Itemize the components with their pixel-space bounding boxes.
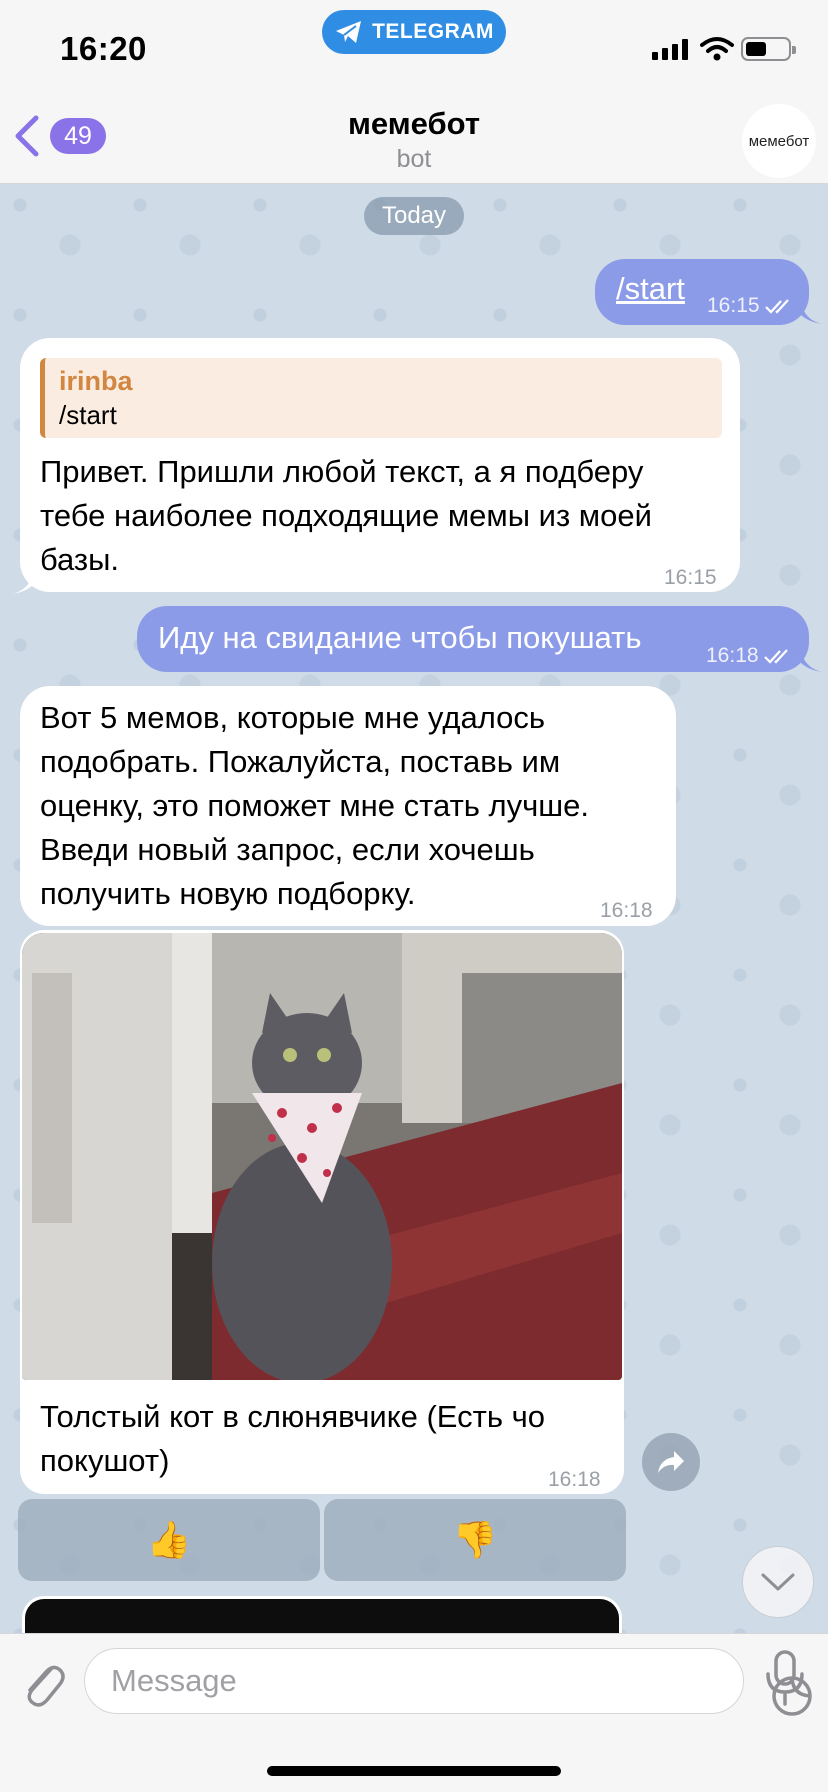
reply-text: /start <box>59 400 117 430</box>
message-line: Вот 5 мемов, которые мне удалось <box>40 700 546 735</box>
message-line: подобрать. Пожалуйста, поставь им <box>40 744 561 779</box>
chat-title[interactable]: мемебот <box>0 106 828 142</box>
message-meta: 16:18 <box>706 634 793 678</box>
thumbs-up-icon: 👍 <box>146 1519 192 1560</box>
message-text: Вот 5 мемов, которые мне удалось подобра… <box>40 696 589 916</box>
attach-icon[interactable] <box>18 1654 66 1710</box>
message-time: 16:15 <box>664 566 717 589</box>
meme-photo[interactable] <box>22 933 622 1380</box>
thumbs-down-icon: 👎 <box>452 1519 498 1560</box>
message-line: Введи новый запрос, если хочешь <box>40 832 535 867</box>
reply-author: irinba <box>59 366 133 396</box>
message-incoming[interactable]: irinba /start Привет. Пришли любой текст… <box>20 338 740 592</box>
reply-quote[interactable]: irinba /start <box>40 358 722 438</box>
message-text: Привет. Пришли любой текст, а я подберу … <box>40 450 652 582</box>
mic-icon[interactable] <box>763 1650 807 1706</box>
battery-icon <box>741 37 796 61</box>
caption-line: Толстый кот в слюнявчике (Есть чо <box>40 1399 545 1434</box>
message-line: Привет. Пришли любой текст, а я подберу <box>40 454 644 489</box>
message-outgoing[interactable]: /start 16:15 <box>595 259 809 325</box>
signal-icon <box>652 38 688 60</box>
bubble-tail <box>800 648 822 672</box>
message-incoming[interactable]: Вот 5 мемов, которые мне удалось подобра… <box>20 686 676 926</box>
message-outgoing[interactable]: Иду на свидание чтобы покушать 16:18 <box>137 606 809 672</box>
dislike-button[interactable]: 👎 <box>324 1499 626 1581</box>
message-field[interactable] <box>84 1648 812 1716</box>
home-indicator <box>267 1766 561 1776</box>
avatar[interactable]: мемебот <box>742 104 816 178</box>
wifi-icon <box>700 37 734 61</box>
message-line: оценку, это поможет мне стать лучше. <box>40 788 589 823</box>
read-checks-icon <box>763 649 788 664</box>
date-divider: Today <box>364 197 464 235</box>
message-text: Иду на свидание чтобы покушать <box>158 620 642 655</box>
share-button[interactable] <box>642 1433 700 1491</box>
message-line: получить новую подборку. <box>40 876 416 911</box>
message-line: базы. <box>40 542 120 577</box>
chat-subtitle: bot <box>396 145 432 173</box>
status-time: 16:20 <box>60 30 147 67</box>
like-button[interactable]: 👍 <box>18 1499 320 1581</box>
message-input[interactable] <box>111 1649 671 1713</box>
telegram-pill-label: TELEGRAM <box>372 20 494 43</box>
avatar-text: мемебот <box>748 132 810 150</box>
scroll-down-button[interactable] <box>742 1546 814 1618</box>
photo-caption: Толстый кот в слюнявчике (Есть чо покушо… <box>40 1395 545 1483</box>
chevron-down-icon <box>761 1573 795 1591</box>
read-checks-icon <box>764 299 789 314</box>
share-icon <box>658 1451 684 1473</box>
message-time: 16:18 <box>600 899 653 922</box>
message-time: 16:15 <box>707 294 760 317</box>
bubble-tail <box>12 570 34 594</box>
telegram-icon <box>336 21 362 43</box>
message-time: 16:18 <box>548 1468 601 1491</box>
cat-photo-illustration <box>22 933 622 1380</box>
message-time: 16:18 <box>706 644 759 667</box>
message-meta: 16:15 <box>707 284 794 328</box>
message-line: тебе наиболее подходящие мемы из моей <box>40 498 652 533</box>
bubble-tail <box>800 300 822 324</box>
top-bar: 16:20 TELEGRAM 49 мемебот bot мемебот <box>0 0 828 184</box>
message-command-link[interactable]: /start <box>616 267 685 311</box>
caption-line: покушот) <box>40 1443 170 1478</box>
telegram-pill[interactable]: TELEGRAM <box>322 10 506 54</box>
